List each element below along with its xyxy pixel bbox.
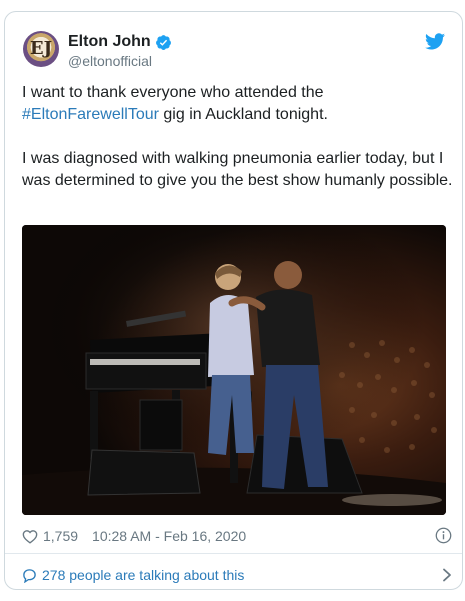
conversation-link-label[interactable]: 278 people are talking about this <box>42 567 244 583</box>
avatar-monogram: EJ <box>29 38 53 59</box>
chevron-right-icon[interactable] <box>442 568 452 582</box>
twitter-bird-icon[interactable] <box>425 33 445 50</box>
speech-bubble-icon <box>23 568 36 583</box>
tweet-paragraph-1: I want to thank everyone who attended th… <box>22 82 454 126</box>
info-icon[interactable] <box>435 527 452 544</box>
concert-photo <box>22 225 446 515</box>
author-handle[interactable]: @eltonofficial <box>68 53 152 69</box>
tweet-photo[interactable] <box>22 225 446 515</box>
tweet-text-prefix: I want to thank everyone who attended th… <box>22 84 324 101</box>
avatar[interactable]: EJ <box>23 31 59 67</box>
hashtag-link[interactable]: #EltonFarewellTour <box>22 106 159 123</box>
author-name-row[interactable]: Elton John <box>68 32 172 52</box>
verified-badge-icon <box>155 34 171 50</box>
tweet-timestamp[interactable]: 10:28 AM - Feb 16, 2020 <box>92 528 246 544</box>
like-count[interactable]: 1,759 <box>43 528 78 544</box>
author-display-name[interactable]: Elton John <box>68 33 151 51</box>
tweet-meta-row: 1,759 10:28 AM - Feb 16, 2020 <box>22 526 452 546</box>
tweet-card[interactable]: EJ Elton John @eltonofficial I want to t… <box>4 11 463 590</box>
heart-icon[interactable] <box>22 529 38 544</box>
tweet-text-suffix: gig in Auckland tonight. <box>158 106 328 123</box>
tweet-paragraph-2: I was diagnosed with walking pneumonia e… <box>22 150 453 189</box>
conversation-link[interactable]: 278 people are talking about this <box>22 565 452 585</box>
tweet-text: I want to thank everyone who attended th… <box>22 82 454 192</box>
footer-divider <box>5 553 462 554</box>
